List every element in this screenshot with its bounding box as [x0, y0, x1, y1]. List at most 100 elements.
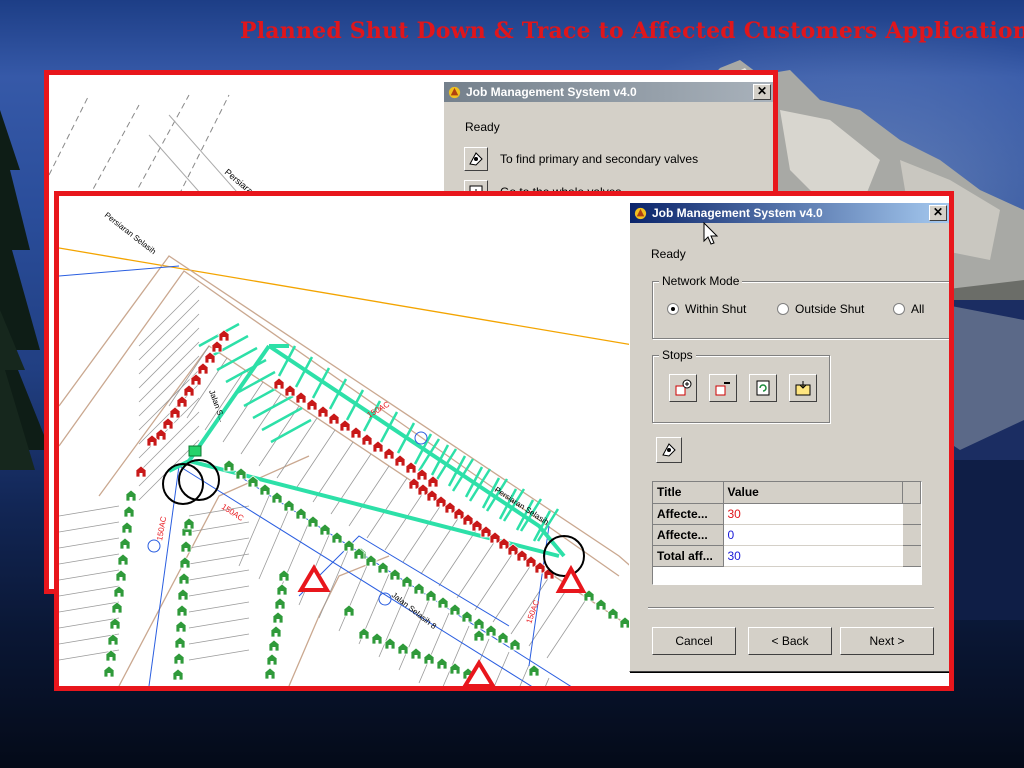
customer-house-icon[interactable]: [471, 617, 487, 630]
customer-house-icon[interactable]: [337, 419, 353, 432]
trace-button[interactable]: [656, 437, 682, 463]
customer-house-icon[interactable]: [375, 561, 391, 574]
customer-house-icon[interactable]: [111, 585, 127, 598]
customer-house-icon[interactable]: [221, 459, 237, 472]
customer-house-icon[interactable]: [177, 556, 193, 569]
customer-house-icon[interactable]: [471, 629, 487, 642]
customer-house-icon[interactable]: [257, 483, 273, 496]
column-header-value[interactable]: Value: [723, 482, 903, 504]
valve-circle[interactable]: [178, 459, 220, 501]
customer-house-icon[interactable]: [268, 625, 284, 638]
customer-house-icon[interactable]: [326, 412, 342, 425]
dialog-titlebar[interactable]: Job Management System v4.0 ✕: [630, 203, 949, 223]
valve-find-button[interactable]: [464, 147, 488, 171]
customer-house-icon[interactable]: [435, 596, 451, 609]
customer-house-icon[interactable]: [593, 598, 609, 611]
customer-house-icon[interactable]: [133, 465, 149, 478]
customer-house-icon[interactable]: [101, 665, 117, 678]
customer-house-icon[interactable]: [266, 639, 282, 652]
radio-all[interactable]: All: [893, 302, 924, 316]
customer-house-icon[interactable]: [181, 384, 197, 397]
remove-stop-button[interactable]: [709, 374, 737, 402]
customer-house-icon[interactable]: [495, 631, 511, 644]
customer-house-icon[interactable]: [526, 664, 542, 677]
table-row[interactable]: Affecte... 0: [653, 524, 921, 546]
customer-house-icon[interactable]: [195, 362, 211, 375]
customer-house-icon[interactable]: [171, 652, 187, 665]
customer-house-icon[interactable]: [317, 523, 333, 536]
customer-house-icon[interactable]: [170, 668, 186, 681]
customer-house-icon[interactable]: [123, 489, 139, 502]
customer-house-icon[interactable]: [392, 454, 408, 467]
customer-house-icon[interactable]: [274, 583, 290, 596]
customer-house-icon[interactable]: [293, 391, 309, 404]
customer-house-icon[interactable]: [411, 582, 427, 595]
valve-circle[interactable]: [162, 463, 204, 505]
customer-house-icon[interactable]: [262, 667, 278, 680]
customer-house-icon[interactable]: [174, 395, 190, 408]
customer-house-icon[interactable]: [113, 569, 129, 582]
customer-house-icon[interactable]: [216, 329, 232, 342]
customer-house-icon[interactable]: [174, 604, 190, 617]
back-dialog-titlebar[interactable]: Job Management System v4.0 ✕: [444, 82, 773, 102]
customer-house-icon[interactable]: [423, 589, 439, 602]
customer-house-icon[interactable]: [176, 572, 192, 585]
customer-house-icon[interactable]: [370, 440, 386, 453]
customer-house-icon[interactable]: [382, 637, 398, 650]
customer-house-icon[interactable]: [181, 517, 197, 530]
customer-house-icon[interactable]: [178, 540, 194, 553]
customer-house-icon[interactable]: [188, 373, 204, 386]
close-icon[interactable]: ✕: [753, 84, 771, 100]
customer-house-icon[interactable]: [369, 632, 385, 645]
customer-house-icon[interactable]: [359, 433, 375, 446]
customer-house-icon[interactable]: [121, 505, 137, 518]
customer-house-icon[interactable]: [356, 627, 372, 640]
table-row[interactable]: Total aff... 30: [653, 545, 921, 567]
export-stops-button[interactable]: [789, 374, 817, 402]
customer-house-icon[interactable]: [447, 662, 463, 675]
customer-house-icon[interactable]: [293, 507, 309, 520]
customer-house-icon[interactable]: [271, 377, 287, 390]
customer-house-icon[interactable]: [408, 647, 424, 660]
customer-house-icon[interactable]: [117, 537, 133, 550]
customer-house-icon[interactable]: [341, 604, 357, 617]
back-button[interactable]: < Back: [748, 627, 832, 655]
customer-house-icon[interactable]: [447, 603, 463, 616]
customer-house-icon[interactable]: [381, 447, 397, 460]
add-stop-button[interactable]: [669, 374, 697, 402]
column-header-title[interactable]: Title: [653, 482, 724, 504]
table-row[interactable]: Affecte... 30: [653, 503, 921, 525]
customer-house-icon[interactable]: [348, 426, 364, 439]
customer-house-icon[interactable]: [153, 428, 169, 441]
customer-house-icon[interactable]: [167, 406, 183, 419]
customer-house-icon[interactable]: [395, 642, 411, 655]
shutoff-valve-marker[interactable]: [555, 564, 587, 593]
customer-house-icon[interactable]: [507, 638, 523, 651]
customer-house-icon[interactable]: [272, 597, 288, 610]
customer-house-icon[interactable]: [264, 653, 280, 666]
refresh-stops-button[interactable]: [749, 374, 777, 402]
customer-house-icon[interactable]: [209, 340, 225, 353]
customer-house-icon[interactable]: [270, 611, 286, 624]
selected-node-marker[interactable]: [188, 445, 202, 457]
customer-house-icon[interactable]: [269, 491, 285, 504]
cancel-button[interactable]: Cancel: [652, 627, 736, 655]
customer-house-icon[interactable]: [304, 398, 320, 411]
customer-house-icon[interactable]: [459, 610, 475, 623]
customer-house-icon[interactable]: [315, 405, 331, 418]
next-button[interactable]: Next >: [840, 627, 934, 655]
customer-house-icon[interactable]: [173, 620, 189, 633]
customer-house-icon[interactable]: [175, 588, 191, 601]
customer-house-icon[interactable]: [399, 575, 415, 588]
radio-outside-shut[interactable]: Outside Shut: [777, 302, 864, 316]
customer-house-icon[interactable]: [329, 531, 345, 544]
customer-house-icon[interactable]: [119, 521, 135, 534]
customer-house-icon[interactable]: [276, 569, 292, 582]
customer-house-icon[interactable]: [172, 636, 188, 649]
customer-house-icon[interactable]: [305, 515, 321, 528]
customer-house-icon[interactable]: [434, 657, 450, 670]
close-icon[interactable]: ✕: [929, 205, 947, 221]
customer-house-icon[interactable]: [421, 652, 437, 665]
customer-house-icon[interactable]: [282, 384, 298, 397]
customer-house-icon[interactable]: [414, 468, 430, 481]
